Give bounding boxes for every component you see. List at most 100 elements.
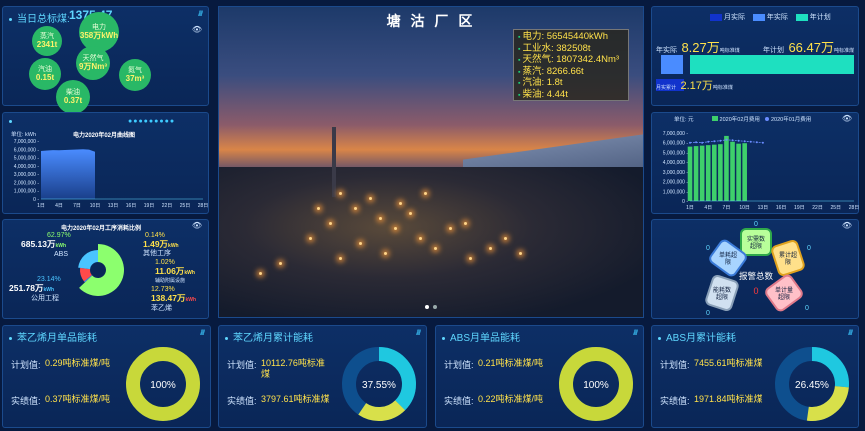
y-tick: 2,000,000 - — [663, 180, 689, 186]
light-1 — [354, 207, 357, 210]
light-9 — [434, 247, 437, 250]
x-tick: 22日 — [162, 203, 173, 209]
pie-hole — [91, 263, 105, 277]
power-pie-chart — [78, 244, 124, 296]
y-tick: 7,000,000 - — [663, 131, 689, 137]
x-tick: 19日 — [794, 205, 805, 211]
year-plan-unit: 吨标准煤 — [834, 48, 855, 54]
pie-label-abs-value: 685.13万kWh — [21, 239, 67, 249]
pie-label-styrene-name: 苯乙烯 — [151, 305, 172, 312]
light-18 — [279, 262, 282, 265]
alarm-tile-sub: 超限 — [716, 293, 728, 301]
actual-value: 0.37吨标准煤/吨 — [45, 394, 111, 404]
ring-chart: 100% — [126, 347, 200, 421]
alarm-tile-name: 实需数 — [747, 235, 765, 243]
plant-scene: 塘 沽 厂 区 电力: 56545440kWh 工业水: 382508t 天然气… — [218, 6, 644, 318]
alarm-title: 报警总数 — [739, 271, 774, 281]
scene-city — [219, 167, 643, 317]
y-tick: 6,000,000 - — [663, 141, 689, 147]
light-21 — [489, 247, 492, 250]
scene-info-box: 电力: 56545440kWh 工业水: 382508t 天然气: 180734… — [513, 29, 629, 101]
eye-icon[interactable]: 👁 — [192, 221, 202, 230]
alarm-count: 0 — [706, 310, 710, 317]
year-actual-label: 年实际 — [656, 47, 677, 54]
info-diesel: 柴油: 4.44t — [518, 89, 624, 102]
ring-chart: 26.45% — [775, 347, 849, 421]
plan-value: 7455.61吨标准煤 — [694, 358, 763, 368]
actual-label: 实绩值: — [227, 396, 257, 406]
bubble-value: 37m³ — [125, 74, 145, 83]
deco-ticks: //// — [848, 330, 853, 337]
y-tick: 2,000,000 - — [14, 180, 40, 186]
light-5 — [409, 212, 412, 215]
year-plan-value: 66.47万 — [788, 40, 834, 55]
pie-label-public-name: 公用工程 — [31, 295, 59, 302]
compare-unit: 单位: 元 — [674, 117, 694, 123]
year-actual-row: 年实际 8.27万吨标准煤 — [656, 37, 740, 57]
pie-title: 电力2020年02月工序消耗比例 — [61, 226, 142, 232]
alarm-tile-name: 单计量 — [775, 286, 793, 294]
alarm-count: 0 — [805, 305, 809, 312]
light-11 — [464, 222, 467, 225]
x-tick: 4日 — [55, 203, 63, 209]
alarm-tile-name: 能耗数 — [713, 286, 731, 294]
compare-legend: 2020年02月费用 2020年01月费用 — [712, 115, 811, 123]
light-3 — [379, 217, 382, 220]
y-tick: 5,000,000 - — [663, 150, 689, 156]
x-tick: 10日 — [90, 203, 101, 209]
bottom-title: ABS月累计能耗 — [658, 329, 736, 344]
x-tick: 25日 — [180, 203, 191, 209]
pie-label-other-value: 1.49万kWh — [143, 239, 179, 249]
light-17 — [309, 237, 312, 240]
light-19 — [259, 272, 262, 275]
x-tick: 10日 — [739, 205, 750, 211]
month-unit: 吨标准煤 — [712, 85, 733, 91]
x-tick: 13日 — [108, 203, 119, 209]
y-tick: 3,000,000 - — [663, 170, 689, 176]
legend-year-actual-icon — [752, 13, 765, 21]
feb-bar-10 — [742, 143, 747, 201]
alarm-tile-sub: 超限 — [778, 293, 790, 301]
actual-label: 实绩值: — [444, 396, 474, 406]
light-4 — [394, 227, 397, 230]
x-tick: 28日 — [849, 205, 860, 211]
y-tick: 1,000,000 - — [663, 189, 689, 195]
bottom-panel-2: ABS月单品能耗 //// 计划值: 0.21吨标准煤/吨 实绩值: 0.22吨… — [435, 325, 644, 428]
legend-jan-icon — [765, 117, 770, 121]
y-tick: 7,000,000 - — [14, 139, 40, 145]
legend-year-plan: 年计划 — [809, 14, 831, 21]
feb-bar-4 — [705, 145, 711, 201]
bubble-value: 9万Nm³ — [78, 62, 107, 71]
pie-label-aux-name: 辅助附属设施 — [155, 278, 186, 284]
light-16 — [424, 192, 427, 195]
feb-bar-1 — [687, 146, 693, 201]
plan-value: 0.29吨标准煤/吨 — [45, 358, 111, 368]
y-tick: 6,000,000 - — [14, 147, 40, 153]
carousel-dot-1[interactable] — [425, 305, 429, 309]
plan-label: 计划值: — [660, 360, 690, 370]
scene-title: 塘 沽 厂 区 — [386, 13, 476, 29]
alarm-total: 0 — [753, 286, 758, 296]
power-pie-panel: 电力2020年02月工序消耗比例 👁 62.97% 685.13万kWh ABS… — [2, 219, 209, 319]
ring-percent: 100% — [150, 380, 176, 391]
carousel-dot-2[interactable] — [433, 305, 437, 309]
x-tick: 16日 — [776, 205, 787, 211]
power-curve-area — [41, 149, 95, 199]
bubble-5: 柴油 0.37t — [56, 80, 90, 114]
x-tick: 4日 — [704, 205, 712, 211]
plan-label: 计划值: — [11, 360, 41, 370]
power-curve-dot — [9, 116, 17, 127]
total-coal-panel: 当日总标煤: 1375.47 //// 👁 蒸汽2341t电力358万kWh天然… — [2, 6, 209, 114]
eye-icon[interactable]: 👁 — [192, 25, 202, 34]
actual-value: 0.22吨标准煤/吨 — [478, 394, 544, 404]
bubble-3: 汽油 0.15t — [29, 58, 61, 90]
eye-icon[interactable]: 👁 — [842, 114, 852, 123]
ring-chart: 37.55% — [342, 347, 416, 421]
light-10 — [449, 227, 452, 230]
year-plan-row: 年计划 66.47万吨标准煤 — [763, 37, 854, 57]
x-tick: 16日 — [126, 203, 137, 209]
y-tick: 4,000,000 - — [14, 164, 40, 170]
deco-ticks: //// — [200, 330, 205, 337]
pie-label-aux-value: 11.06万kWh — [155, 266, 195, 276]
x-tick: 1日 — [686, 205, 694, 211]
